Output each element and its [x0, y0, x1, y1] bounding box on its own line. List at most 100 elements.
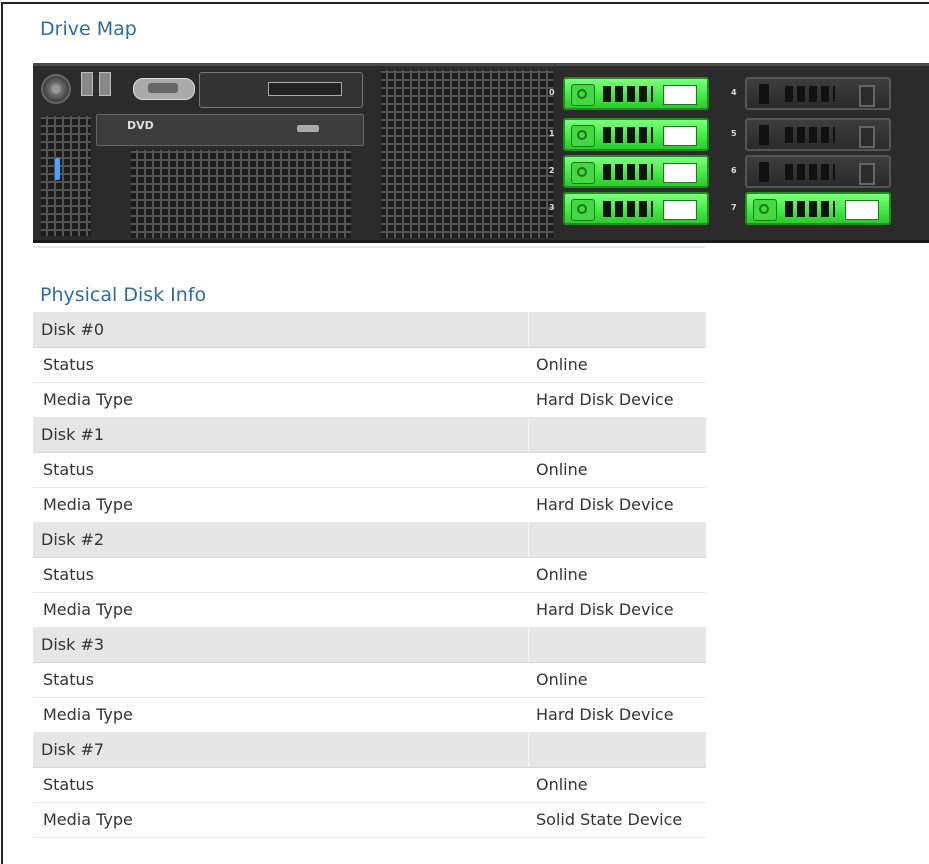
table-row: Status Online — [33, 662, 706, 698]
drive-tag-icon — [663, 85, 697, 105]
disk-name: Disk #7 — [33, 732, 528, 768]
drive-tag-icon — [663, 200, 697, 220]
disk-header-empty-cell — [527, 522, 706, 558]
drive-bay-1[interactable]: 1 — [549, 118, 709, 151]
drive-vent-icon — [603, 86, 653, 102]
drive-bay-number: 2 — [549, 166, 555, 175]
status-value: Online — [528, 767, 706, 803]
status-value: Online — [528, 662, 706, 698]
status-value: Online — [528, 347, 706, 383]
status-value: Online — [528, 452, 706, 488]
drive-map-title: Drive Map — [40, 18, 137, 40]
drive-vent-icon — [603, 201, 653, 217]
disk-header-row: Disk #2 — [33, 522, 706, 558]
vent-grille — [131, 150, 351, 238]
disk-header-row: Disk #3 — [33, 627, 706, 663]
table-row: Media Type Hard Disk Device — [33, 487, 706, 523]
drive-tag-icon — [845, 200, 879, 220]
drive-latch-icon — [753, 199, 777, 221]
media-type-value: Hard Disk Device — [528, 697, 706, 733]
drive-tag-icon — [663, 126, 697, 146]
disk-name: Disk #3 — [33, 627, 528, 663]
media-type-label: Media Type — [33, 487, 528, 523]
status-value: Online — [528, 557, 706, 593]
media-type-label: Media Type — [33, 382, 528, 418]
table-row: Status Online — [33, 347, 706, 383]
disk-header-row: Disk #0 — [33, 312, 706, 348]
disk-header-empty-cell — [527, 732, 706, 768]
drive-bay-4[interactable]: 4 — [731, 77, 891, 110]
media-type-label: Media Type — [33, 592, 528, 628]
table-row: Media Type Hard Disk Device — [33, 592, 706, 628]
server-chassis: DVD 0 1 2 3 4 5 6 7 — [33, 63, 929, 243]
disk-name: Disk #2 — [33, 522, 528, 558]
drive-handle-icon — [759, 162, 769, 182]
drive-handle-icon — [759, 125, 769, 145]
media-type-label: Media Type — [33, 697, 528, 733]
status-label: Status — [33, 347, 528, 383]
usb-port-icon — [81, 72, 93, 96]
dvd-logo: DVD — [127, 119, 154, 132]
drive-vent-icon — [785, 164, 835, 180]
table-row: Media Type Solid State Device — [33, 802, 706, 838]
table-row: Status Online — [33, 557, 706, 593]
table-row: Status Online — [33, 767, 706, 803]
drive-vent-icon — [603, 164, 653, 180]
drive-tag-icon — [859, 126, 875, 148]
drive-bay-number: 6 — [731, 166, 737, 175]
disk-header-empty-cell — [527, 312, 706, 348]
media-type-value: Solid State Device — [528, 802, 706, 838]
table-row: Media Type Hard Disk Device — [33, 382, 706, 418]
drive-latch-icon — [571, 84, 595, 106]
drive-bay-0[interactable]: 0 — [549, 77, 709, 110]
disk-header-empty-cell — [527, 627, 706, 663]
physical-disk-info-title: Physical Disk Info — [40, 284, 207, 306]
drive-bay-number: 7 — [731, 203, 737, 212]
status-label: Status — [33, 767, 528, 803]
media-type-label: Media Type — [33, 802, 528, 838]
lcd-panel — [199, 72, 363, 108]
usb-port-icon — [99, 72, 111, 96]
drive-tag-icon — [663, 163, 697, 183]
vga-port-icon — [133, 78, 195, 100]
disk-header-row: Disk #7 — [33, 732, 706, 768]
drive-bay-3[interactable]: 3 — [549, 192, 709, 225]
drive-bay-number: 3 — [549, 203, 555, 212]
drive-handle-icon — [759, 84, 769, 104]
status-led-icon — [55, 158, 60, 180]
status-label: Status — [33, 557, 528, 593]
table-row: Media Type Hard Disk Device — [33, 697, 706, 733]
drive-latch-icon — [571, 125, 595, 147]
drive-latch-icon — [571, 162, 595, 184]
vent-grille — [381, 70, 553, 238]
media-type-value: Hard Disk Device — [528, 487, 706, 523]
disk-name: Disk #0 — [33, 312, 528, 348]
drive-bay-number: 4 — [731, 88, 737, 97]
drive-bay-2[interactable]: 2 — [549, 155, 709, 188]
status-label: Status — [33, 452, 528, 488]
drive-vent-icon — [785, 127, 835, 143]
power-button-icon — [41, 74, 71, 104]
media-type-value: Hard Disk Device — [528, 382, 706, 418]
divider — [33, 246, 705, 248]
dvd-eject-button — [297, 125, 319, 132]
drive-bay-7[interactable]: 7 — [731, 192, 891, 225]
drive-bay-number: 0 — [549, 88, 555, 97]
drive-tag-icon — [859, 163, 875, 185]
status-label: Status — [33, 662, 528, 698]
drive-vent-icon — [603, 127, 653, 143]
disk-header-row: Disk #1 — [33, 417, 706, 453]
drive-vent-icon — [785, 86, 835, 102]
drive-tag-icon — [859, 85, 875, 107]
table-row: Status Online — [33, 452, 706, 488]
drive-bay-5[interactable]: 5 — [731, 118, 891, 151]
drive-latch-icon — [571, 199, 595, 221]
physical-disk-table: Disk #0 Status Online Media Type Hard Disk D… — [33, 312, 706, 838]
media-type-value: Hard Disk Device — [528, 592, 706, 628]
drive-bay-number: 5 — [731, 129, 737, 138]
vent-grille — [41, 116, 91, 236]
disk-name: Disk #1 — [33, 417, 528, 453]
disk-header-empty-cell — [527, 417, 706, 453]
drive-bay-number: 1 — [549, 129, 555, 138]
drive-bay-6[interactable]: 6 — [731, 155, 891, 188]
